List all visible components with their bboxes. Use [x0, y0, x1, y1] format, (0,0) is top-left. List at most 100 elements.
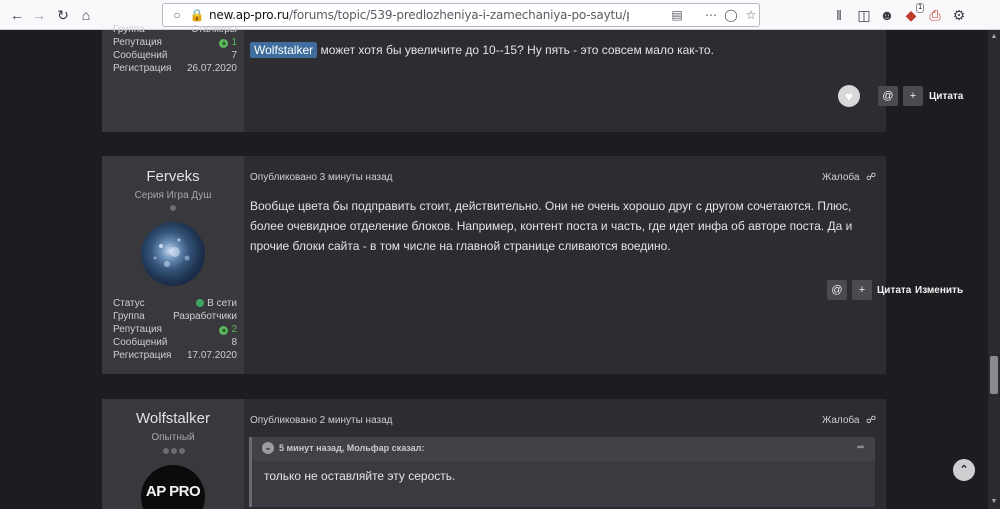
at-icon: @: [882, 90, 894, 102]
scroll-to-top-button[interactable]: ⌃: [953, 459, 975, 481]
stat-reputation: Репутация +1: [113, 37, 237, 50]
reputation-value: 1: [231, 37, 237, 48]
library-icon[interactable]: ‖: [830, 6, 848, 24]
author-username[interactable]: Ferveks: [102, 168, 244, 185]
share-icon[interactable]: ☍: [866, 172, 876, 183]
chevron-up-icon: ⌃: [959, 464, 969, 476]
stat-key: Регистрация: [113, 63, 172, 74]
chevron-down-icon[interactable]: ⌄: [262, 442, 274, 454]
quote-citation[interactable]: 5 минут назад, Мольфар сказал:: [279, 443, 424, 453]
account-icon[interactable]: ☻: [878, 6, 896, 24]
quote-share-icon[interactable]: ➦: [857, 442, 865, 453]
avatar[interactable]: [141, 222, 205, 286]
quote-button[interactable]: Цитата: [877, 285, 911, 296]
quote-button[interactable]: Цитата: [929, 91, 963, 102]
like-heart-icon[interactable]: ♥: [838, 85, 860, 107]
pocket-icon[interactable]: ◯: [723, 7, 739, 23]
report-link[interactable]: Жалоба: [822, 172, 859, 183]
stat-value: 8: [231, 337, 237, 348]
mention-link[interactable]: Wolfstalker: [250, 42, 318, 58]
author-title: Опытный: [151, 432, 195, 443]
back-icon[interactable]: ←: [8, 6, 26, 24]
mention-button[interactable]: @: [827, 280, 847, 300]
post-author-panel: Ferveks Серия Игра Душ Статус В сети Гру…: [102, 156, 244, 374]
post-text: может хотя бы увеличите до 10--15? Ну пя…: [317, 43, 714, 57]
stat-group: Группа Сталкеры: [113, 24, 237, 37]
post-published-date[interactable]: Опубликовано 3 минуты назад: [250, 172, 393, 183]
avatar[interactable]: AP PRO: [141, 465, 205, 509]
scroll-up-arrow-icon[interactable]: ▲: [988, 32, 1000, 42]
post-wolfstalker: Wolfstalker Опытный AP PRO Опубликовано …: [102, 399, 886, 509]
multiquote-button[interactable]: +: [903, 86, 923, 106]
at-icon: @: [831, 284, 843, 296]
stat-posts: Сообщений 7: [113, 50, 237, 63]
share-icon[interactable]: ☍: [866, 415, 876, 426]
stat-registration: Регистрация 17.07.2020: [113, 350, 237, 363]
ublock-icon[interactable]: ◆ 1: [902, 3, 924, 24]
url-text[interactable]: new.ap-pro.ru/forums/topic/539-predlozhe…: [209, 8, 629, 22]
stat-key: Статус: [113, 298, 145, 309]
stat-value: +2: [219, 324, 237, 335]
stat-status: Статус В сети: [113, 298, 237, 311]
online-status: В сети: [207, 298, 237, 309]
plus-icon: +: [909, 90, 917, 102]
post-content: Вообще цвета бы подправить стоит, действ…: [250, 199, 853, 253]
forward-icon[interactable]: →: [30, 6, 48, 24]
page-scrollbar[interactable]: ▲ ▼: [988, 30, 1000, 509]
post-previous: Группа Сталкеры Репутация +1 Сообщений 7…: [102, 24, 963, 132]
post-body: Wolfstalker может хотя бы увеличите до 1…: [244, 30, 963, 132]
stat-posts: Сообщений 8: [113, 337, 237, 350]
stat-key: Сообщений: [113, 337, 168, 348]
stat-value: 26.07.2020: [186, 63, 237, 74]
scroll-thumb[interactable]: [990, 356, 998, 394]
reader-icon[interactable]: ▤: [669, 7, 685, 23]
home-icon[interactable]: ⌂: [77, 6, 95, 24]
stat-key: Регистрация: [113, 350, 172, 361]
edit-button[interactable]: Изменить: [915, 285, 963, 296]
scroll-down-arrow-icon[interactable]: ▼: [988, 497, 1000, 507]
stat-group: Группа Разработчики: [113, 311, 237, 324]
online-indicator-icon: [170, 205, 176, 211]
lock-icon[interactable]: 🔒: [189, 7, 205, 23]
rank-pip-icon: [179, 448, 185, 454]
rank-pip-icon: [171, 448, 177, 454]
bookmark-icon[interactable]: ☆: [743, 7, 759, 23]
reputation-plus-icon: +: [219, 39, 229, 48]
shield-icon[interactable]: ○: [169, 7, 185, 23]
reputation-value: 2: [231, 324, 237, 335]
url-path: /forums/topic/539-predlozheniya-i-zamech…: [289, 8, 629, 22]
shield-badge: 1: [916, 3, 924, 13]
post-author-panel: Wolfstalker Опытный AP PRO: [102, 399, 244, 509]
sidebar-icon[interactable]: ◫: [855, 6, 873, 24]
post-ferveks: Ferveks Серия Игра Душ Статус В сети Гру…: [102, 156, 963, 374]
stat-key: Группа: [113, 24, 145, 35]
author-username[interactable]: Wolfstalker: [102, 410, 244, 427]
printer-icon[interactable]: ⎙: [926, 6, 944, 24]
stat-key: Группа: [113, 311, 145, 322]
post-content: Wolfstalker может хотя бы увеличите до 1…: [250, 40, 870, 60]
stat-value: Сталкеры: [191, 24, 237, 35]
stat-registration: Регистрация 26.07.2020: [113, 63, 237, 76]
avatar-logo-text: AP PRO: [145, 483, 201, 500]
stat-key: Сообщений: [113, 50, 168, 61]
stat-key: Репутация: [113, 37, 162, 48]
translate-icon[interactable]: ⚙: [950, 6, 968, 24]
report-link[interactable]: Жалоба: [822, 415, 859, 426]
post-published-date[interactable]: Опубликовано 2 минуты назад: [250, 415, 393, 426]
rank-pip-icon: [163, 448, 169, 454]
plus-icon: +: [858, 284, 866, 296]
more-icon[interactable]: ⋯: [703, 7, 719, 23]
stat-key: Репутация: [113, 324, 162, 335]
stat-value: 17.07.2020: [186, 350, 237, 361]
reload-icon[interactable]: ↻: [54, 6, 72, 24]
mention-button[interactable]: @: [878, 86, 898, 106]
stat-value: В сети: [196, 298, 237, 309]
stat-value: 7: [231, 50, 237, 61]
author-title: Серия Игра Душ: [134, 190, 212, 201]
multiquote-button[interactable]: +: [852, 280, 872, 300]
post-author-panel: Группа Сталкеры Репутация +1 Сообщений 7…: [102, 24, 244, 132]
url-host: new.ap-pro.ru: [209, 8, 289, 22]
post-body: Опубликовано 3 минуты назад Жалоба ☍ Воо…: [244, 156, 963, 374]
stat-reputation: Репутация +2: [113, 324, 237, 337]
url-bar[interactable]: ○ 🔒 new.ap-pro.ru/forums/topic/539-predl…: [162, 3, 760, 27]
